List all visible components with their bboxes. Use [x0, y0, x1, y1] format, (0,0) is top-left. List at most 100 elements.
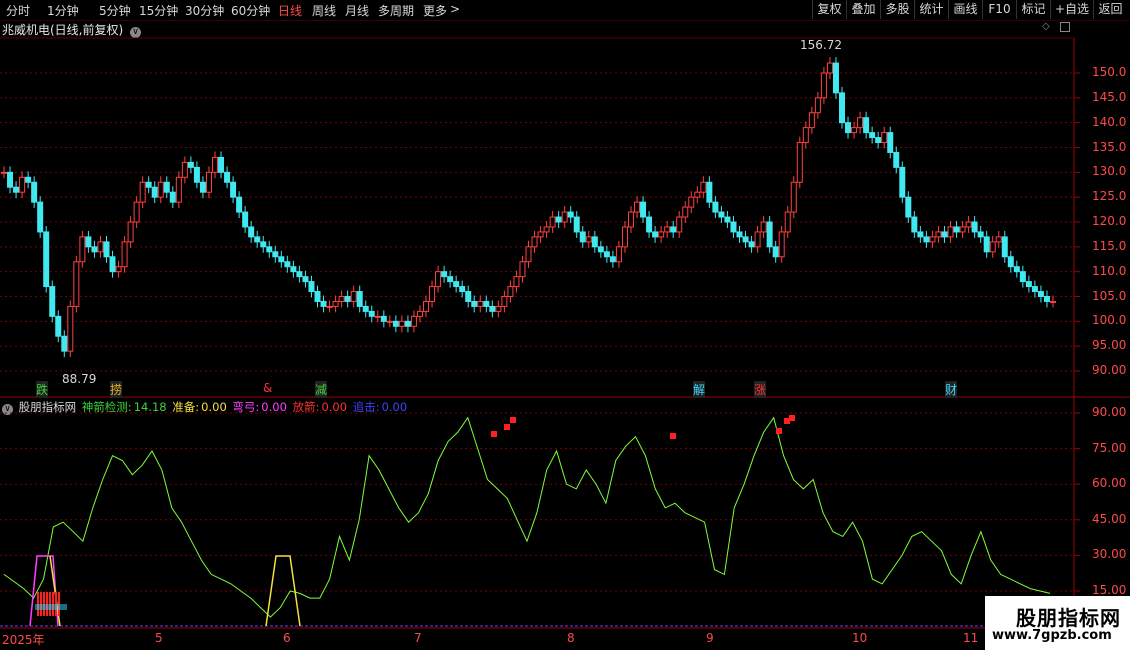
- candle-body: [826, 62, 833, 74]
- period-tab-5min[interactable]: 5分钟: [99, 2, 131, 19]
- chart-canvas[interactable]: [0, 0, 1130, 650]
- period-tab-60min[interactable]: 60分钟: [231, 2, 270, 19]
- price-tick-label: 90.00: [1092, 363, 1127, 377]
- marker-die[interactable]: 跌: [36, 381, 49, 398]
- x-axis-label-jul: 7: [414, 631, 422, 645]
- candle-body: [338, 296, 345, 302]
- candle-body: [19, 176, 26, 193]
- chevron-down-icon[interactable]: ∨: [130, 27, 142, 38]
- back-button[interactable]: 返回: [1093, 0, 1127, 19]
- candle-body: [205, 171, 212, 193]
- candle-body: [489, 305, 496, 312]
- period-tab-monthly[interactable]: 月线: [345, 2, 369, 19]
- marker-zhang[interactable]: 涨: [754, 381, 767, 398]
- candle-body: [248, 226, 255, 238]
- candle-body: [513, 276, 520, 288]
- indicator-toggle-icon[interactable]: ∨: [2, 404, 13, 415]
- candle-body: [121, 241, 128, 268]
- candle-body: [296, 271, 303, 278]
- price-tick-label: 120.0: [1092, 214, 1127, 228]
- f10-button[interactable]: F10: [982, 0, 1016, 19]
- candle-body: [350, 291, 357, 302]
- price-tick-label: 100.0: [1092, 313, 1127, 328]
- marker-cai[interactable]: 财: [945, 381, 958, 398]
- candle-body: [555, 216, 562, 223]
- candle-body: [682, 206, 689, 218]
- candle-body: [603, 251, 610, 258]
- candle-body: [447, 276, 454, 283]
- marker-jian[interactable]: 减: [315, 381, 328, 398]
- candle-body: [1050, 300, 1056, 303]
- chevron-right-icon[interactable]: >: [450, 2, 460, 16]
- marker-jie[interactable]: 解: [693, 381, 706, 398]
- candle-body: [929, 236, 936, 243]
- fuquan-button[interactable]: 复权: [812, 0, 846, 19]
- candle-body: [483, 300, 490, 307]
- maximize-icon[interactable]: [1060, 22, 1070, 32]
- candle-body: [13, 186, 20, 193]
- candle-body: [362, 305, 369, 312]
- ready-shape: [265, 555, 301, 627]
- candle-body: [199, 181, 206, 193]
- candle-body: [230, 181, 237, 198]
- period-tab-weekly[interactable]: 周线: [312, 2, 336, 19]
- indicator-name[interactable]: 股朋指标网: [19, 400, 77, 414]
- candle-body: [139, 181, 146, 203]
- candle-body: [887, 132, 894, 153]
- candle-body: [1013, 266, 1020, 273]
- watermark-url: www.7gpzb.com: [992, 628, 1112, 643]
- period-tab-multi[interactable]: 多周期: [378, 2, 414, 19]
- price-tick-label: 135.0: [1092, 139, 1127, 154]
- draw-line-button[interactable]: 画线: [948, 0, 982, 19]
- price-tick-label: 145.0: [1092, 89, 1127, 104]
- overlay-button[interactable]: 叠加: [846, 0, 880, 19]
- period-tab-30min[interactable]: 30分钟: [185, 2, 224, 19]
- period-tab-15min[interactable]: 15分钟: [139, 2, 178, 19]
- period-tab-daily[interactable]: 日线: [278, 2, 302, 19]
- marker-lao[interactable]: 捞: [110, 381, 123, 398]
- candle-body: [169, 191, 176, 203]
- candle-body: [627, 211, 634, 228]
- statistics-button[interactable]: 统计: [914, 0, 948, 19]
- candle-body: [308, 281, 315, 293]
- candle-body: [459, 286, 466, 293]
- signal-dot: [776, 428, 782, 434]
- mark-button[interactable]: 标记: [1016, 0, 1050, 19]
- candle-body: [465, 291, 472, 302]
- period-tab-1min[interactable]: 1分钟: [47, 2, 79, 19]
- price-tick-label: 130.0: [1092, 164, 1127, 179]
- candle-body: [772, 246, 779, 258]
- candle-body: [314, 291, 321, 302]
- candle-body: [664, 226, 671, 233]
- candle-body: [278, 256, 285, 263]
- candle-body: [392, 320, 399, 327]
- candle-body: [471, 300, 478, 307]
- candle-body: [881, 132, 888, 144]
- period-tab-intraday[interactable]: 分时: [6, 2, 30, 19]
- candle-body: [899, 166, 906, 198]
- candle-body: [857, 117, 864, 129]
- candle-body: [754, 231, 761, 248]
- candle-body: [302, 276, 309, 283]
- candle-body: [266, 246, 273, 253]
- x-axis-label-oct: 10: [852, 631, 868, 645]
- price-tick-label: 95.00: [1092, 338, 1127, 353]
- candle-body: [646, 216, 653, 233]
- candle-body: [525, 246, 532, 263]
- multi-stock-button[interactable]: 多股: [880, 0, 914, 19]
- candle-body: [218, 156, 225, 173]
- stock-title[interactable]: 兆威机电(日线,前复权): [2, 23, 123, 37]
- candle-body: [838, 92, 845, 124]
- candle-body: [748, 241, 755, 248]
- candle-body: [778, 231, 785, 258]
- candle-body: [597, 246, 604, 253]
- candle-body: [97, 241, 104, 253]
- marker-and[interactable]: &: [263, 381, 272, 395]
- period-tab-more[interactable]: 更多: [423, 2, 447, 19]
- add-watchlist-button[interactable]: +自选: [1050, 0, 1093, 19]
- candle-body: [477, 300, 484, 307]
- candle-body: [254, 236, 261, 243]
- candle-body: [25, 176, 32, 183]
- diamond-icon[interactable]: ◇: [1042, 22, 1052, 32]
- candle-body: [398, 320, 405, 327]
